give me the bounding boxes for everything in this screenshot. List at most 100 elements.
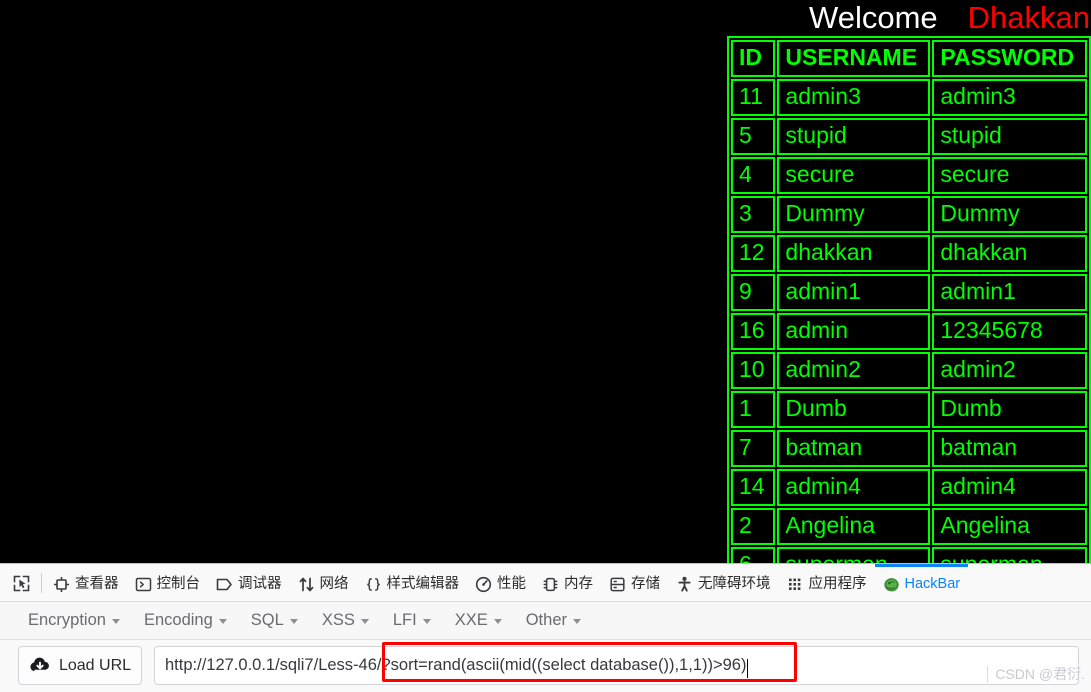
column-header-username: USERNAME <box>777 40 931 77</box>
hackbar-menubar: Encryption Encoding SQL XSS LFI XXE Other <box>0 602 1091 640</box>
cell-id: 9 <box>731 274 776 311</box>
devtools-tab-hackbar-turtle[interactable]: HackBar <box>874 564 969 601</box>
cell-id: 16 <box>731 313 776 350</box>
table-row: 5 stupid stupid <box>731 118 1087 155</box>
cell-password: dhakkan <box>932 235 1087 272</box>
load-url-label: Load URL <box>58 656 132 674</box>
hackbar-turtle-icon <box>883 576 900 593</box>
cloud-download-icon <box>29 657 51 674</box>
table-row: 7 batman batman <box>731 430 1087 467</box>
table-row: 11 admin3 admin3 <box>731 79 1087 116</box>
column-header-password: PASSWORD <box>932 40 1087 77</box>
network-icon <box>298 576 315 593</box>
element-picker-button[interactable] <box>4 564 38 601</box>
cell-username: Angelina <box>777 508 931 545</box>
devtools-tab-application[interactable]: 应用程序 <box>779 564 875 601</box>
console-icon <box>135 576 152 593</box>
devtools-tab-label: 调试器 <box>238 576 282 593</box>
debugger-icon <box>216 576 233 593</box>
hackbar-menu-label: SQL <box>250 611 284 629</box>
performance-icon <box>475 576 492 593</box>
table-row: 12 dhakkan dhakkan <box>731 235 1087 272</box>
hackbar-menu-lfi[interactable]: LFI <box>383 607 441 634</box>
cell-username: Dummy <box>777 196 931 233</box>
cell-username: admin <box>777 313 931 350</box>
cell-username: admin3 <box>777 79 931 116</box>
cell-password: superman <box>932 547 1087 563</box>
devtools-tab-storage[interactable]: 存储 <box>601 564 668 601</box>
chevron-down-icon <box>422 619 431 624</box>
hackbar-menu-other[interactable]: Other <box>516 607 591 634</box>
load-url-button[interactable]: Load URL <box>18 646 142 685</box>
devtools-tab-label: 样式编辑器 <box>386 576 460 593</box>
application-icon <box>787 576 804 593</box>
devtools-tab-console[interactable]: 控制台 <box>127 564 209 601</box>
devtools-tab-performance[interactable]: 性能 <box>467 564 534 601</box>
cell-id: 4 <box>731 157 776 194</box>
hackbar-menu-xxe[interactable]: XXE <box>445 607 512 634</box>
cell-id: 12 <box>731 235 776 272</box>
hackbar-menu-label: Other <box>525 611 567 629</box>
devtools-tab-style-editor[interactable]: 样式编辑器 <box>357 564 468 601</box>
devtools-tab-inspector[interactable]: 查看器 <box>45 564 127 601</box>
text-caret <box>747 659 749 678</box>
cell-username: stupid <box>777 118 931 155</box>
table-head: ID USERNAME PASSWORD <box>731 40 1087 77</box>
user-dump-table: ID USERNAME PASSWORD 11 admin3 admin3 5 stup… <box>727 36 1091 563</box>
hackbar-menu-encryption[interactable]: Encryption <box>18 607 130 634</box>
hackbar-menu-label: Encryption <box>28 611 106 629</box>
table-row: 1 Dumb Dumb <box>731 391 1087 428</box>
cell-password: Dumb <box>932 391 1087 428</box>
column-header-id: ID <box>731 40 776 77</box>
style-editor-icon <box>365 576 382 593</box>
table-row: 3 Dummy Dummy <box>731 196 1087 233</box>
devtools-tab-network[interactable]: 网络 <box>290 564 357 601</box>
url-input-wrapper: http://127.0.0.1/sqli7/Less-46/?sort=ran… <box>154 642 1079 685</box>
screenshot-root: Welcome Dhakkan ID USERNAME PASSWORD 11 ad… <box>0 0 1091 692</box>
chevron-down-icon <box>493 619 502 624</box>
hackbar-menu-sql[interactable]: SQL <box>241 607 308 634</box>
devtools-panel: 查看器 控制台 调试器 网络 样式编辑器 性能 内存 存储 无障碍环境 应用程序 HackBar E… <box>0 563 1091 692</box>
devtools-tab-memory[interactable]: 内存 <box>534 564 601 601</box>
cell-password: 12345678 <box>932 313 1087 350</box>
cell-password: Angelina <box>932 508 1087 545</box>
cell-username: admin4 <box>777 469 931 506</box>
toolbar-divider <box>41 572 42 593</box>
hackbar-menu-label: Encoding <box>143 611 213 629</box>
cell-username: secure <box>777 157 931 194</box>
cell-username: superman <box>777 547 931 563</box>
welcome-heading: Welcome Dhakkan <box>0 0 1091 36</box>
element-picker-icon <box>13 575 30 592</box>
devtools-tabbar: 查看器 控制台 调试器 网络 样式编辑器 性能 内存 存储 无障碍环境 应用程序 HackBar <box>0 564 1091 602</box>
devtools-tab-label: 内存 <box>564 576 593 593</box>
cell-password: admin3 <box>932 79 1087 116</box>
cell-id: 11 <box>731 79 776 116</box>
inspector-icon <box>53 576 70 593</box>
devtools-tab-accessibility[interactable]: 无障碍环境 <box>668 564 779 601</box>
welcome-word: Welcome <box>809 0 938 35</box>
devtools-tab-list: 查看器 控制台 调试器 网络 样式编辑器 性能 内存 存储 无障碍环境 应用程序 HackBar <box>45 564 969 601</box>
devtools-tab-label: 查看器 <box>75 576 119 593</box>
devtools-tab-debugger[interactable]: 调试器 <box>208 564 290 601</box>
cell-password: stupid <box>932 118 1087 155</box>
cell-id: 7 <box>731 430 776 467</box>
welcome-username: Dhakkan <box>967 0 1090 35</box>
cell-id: 10 <box>731 352 776 389</box>
hackbar-menu-encoding[interactable]: Encoding <box>134 607 237 634</box>
hackbar-menu-xss[interactable]: XSS <box>312 607 379 634</box>
cell-id: 2 <box>731 508 776 545</box>
table-row: 4 secure secure <box>731 157 1087 194</box>
devtools-tab-label: 控制台 <box>156 576 201 593</box>
hackbar-menu-list: Encryption Encoding SQL XSS LFI XXE Other <box>18 607 591 634</box>
cell-id: 6 <box>731 547 776 563</box>
cell-username: dhakkan <box>777 235 931 272</box>
devtools-tab-label: HackBar <box>904 576 961 593</box>
cell-password: Dummy <box>932 196 1087 233</box>
chevron-down-icon <box>218 619 227 624</box>
cell-username: admin1 <box>777 274 931 311</box>
accessibility-icon <box>676 576 693 593</box>
devtools-tab-label: 性能 <box>497 576 526 593</box>
url-input[interactable]: http://127.0.0.1/sqli7/Less-46/?sort=ran… <box>154 646 1079 685</box>
chevron-down-icon <box>360 619 369 624</box>
devtools-tab-label: 存储 <box>631 576 660 593</box>
